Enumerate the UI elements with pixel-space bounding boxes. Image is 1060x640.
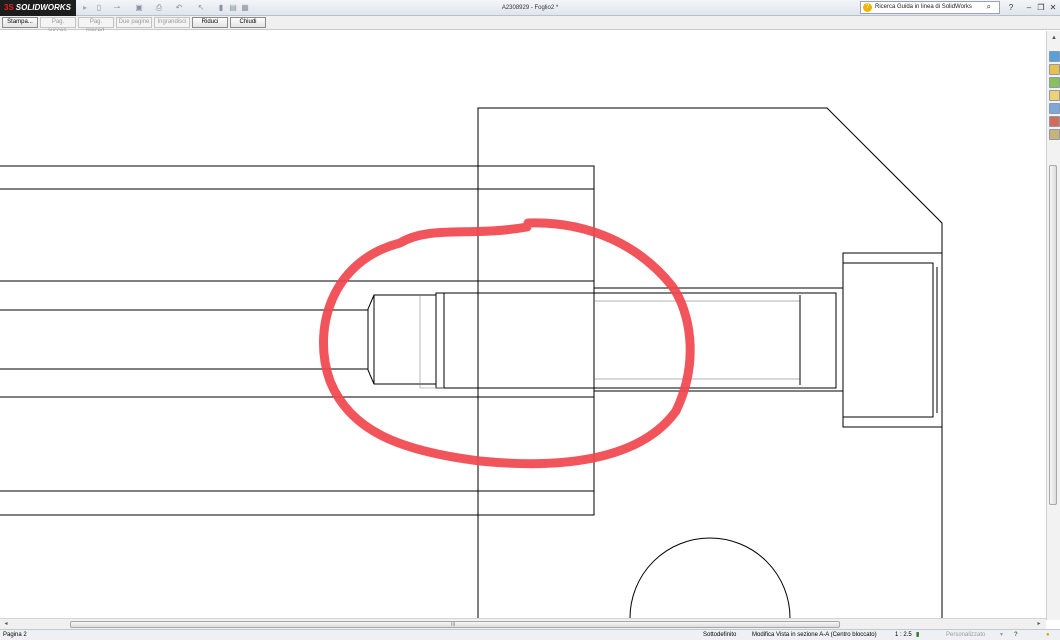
solidworks-resources-icon[interactable] bbox=[1049, 51, 1060, 62]
bore-circle bbox=[629, 537, 791, 618]
menu-expand-icon[interactable]: ▸ bbox=[80, 3, 90, 13]
solidworks-logo[interactable]: 3S SOLIDWORKS bbox=[0, 0, 76, 16]
rebuild-status-icon[interactable]: ▮ bbox=[916, 630, 919, 640]
help-search-input[interactable]: ? Ricerca Guida in linea di SolidWorks ⌕ bbox=[860, 1, 1000, 14]
vertical-scrollbar-thumb[interactable] bbox=[1049, 165, 1057, 505]
save-icon[interactable]: ▣ bbox=[134, 3, 144, 13]
rebuild-icon[interactable]: ▮ bbox=[216, 3, 226, 13]
screw-shank bbox=[435, 292, 837, 389]
open-icon[interactable]: ⇀ bbox=[112, 3, 122, 13]
zoom-in-button[interactable]: Ingrandisci bbox=[154, 17, 190, 28]
annotation-circle bbox=[319, 218, 695, 469]
screw-head-inner bbox=[843, 262, 934, 418]
file-properties-icon[interactable]: ▤ bbox=[228, 3, 238, 13]
zoom-out-button[interactable]: Riduci bbox=[192, 17, 228, 28]
status-definition: Sottodefinito bbox=[703, 632, 737, 638]
help-search-icon: ? bbox=[863, 3, 872, 12]
search-icon[interactable] bbox=[1049, 90, 1060, 101]
design-library-icon[interactable] bbox=[1049, 64, 1060, 75]
file-explorer-icon[interactable] bbox=[1049, 77, 1060, 88]
select-icon[interactable]: ↖ bbox=[196, 3, 206, 13]
view-palette-icon[interactable] bbox=[1049, 103, 1060, 114]
scroll-up-arrow[interactable]: ▲ bbox=[1049, 33, 1059, 43]
previous-page-button[interactable]: Pag. preced. bbox=[78, 17, 114, 34]
status-customize[interactable]: Personalizzato bbox=[946, 630, 985, 640]
drawing-sheet[interactable] bbox=[0, 31, 1046, 618]
status-scale: 1 : 2.5 bbox=[895, 632, 912, 638]
minimize-icon[interactable]: – bbox=[1024, 2, 1034, 13]
undo-icon[interactable]: ↶ bbox=[174, 3, 184, 13]
units-icon[interactable]: ? bbox=[1014, 630, 1018, 640]
help-search-placeholder: Ricerca Guida in linea di SolidWorks bbox=[875, 4, 972, 10]
options-icon[interactable]: ▦ bbox=[240, 3, 250, 13]
screw-head bbox=[842, 252, 943, 428]
washer-outline bbox=[419, 295, 444, 389]
appearances-icon[interactable] bbox=[1049, 116, 1060, 127]
close-preview-button[interactable]: Chiudi bbox=[230, 17, 266, 28]
print-button[interactable]: Stampa... bbox=[2, 17, 38, 28]
horizontal-scrollbar[interactable]: ◂ III ▸ bbox=[0, 618, 1046, 629]
customize-dropdown-icon[interactable]: ▾ bbox=[1000, 630, 1003, 640]
next-page-button[interactable]: Pag. succes. bbox=[40, 17, 76, 34]
custom-properties-icon[interactable] bbox=[1049, 129, 1060, 140]
housing-outline bbox=[477, 107, 943, 618]
print-preview-toolbar: Stampa... Pag. succes. Pag. preced. Due … bbox=[0, 16, 1060, 34]
new-document-icon[interactable]: ▯ bbox=[94, 3, 104, 13]
status-mode: Modifica Vista in sezione A-A (Centro bl… bbox=[752, 632, 877, 638]
help-menu-icon[interactable]: ? bbox=[1006, 2, 1016, 13]
two-pages-button[interactable]: Due pagine bbox=[116, 17, 152, 28]
ds-logo-icon: 3S bbox=[4, 3, 14, 12]
restore-icon[interactable]: ❐ bbox=[1036, 2, 1046, 13]
search-icon[interactable]: ⌕ bbox=[987, 1, 991, 12]
brand-label: SOLIDWORKS bbox=[15, 3, 71, 12]
notification-icon[interactable]: ● bbox=[1046, 630, 1050, 640]
print-icon[interactable]: ⎙ bbox=[154, 3, 164, 13]
close-icon[interactable]: ✕ bbox=[1048, 2, 1058, 13]
scroll-right-arrow[interactable]: ▸ bbox=[1034, 619, 1044, 629]
status-bar: Pagina 2 Sottodefinito Modifica Vista in… bbox=[0, 629, 1060, 640]
horizontal-scrollbar-thumb[interactable]: III bbox=[70, 621, 840, 628]
scroll-left-arrow[interactable]: ◂ bbox=[1, 619, 11, 629]
section-view-drawing bbox=[0, 107, 943, 618]
title-bar: 3S SOLIDWORKS ▸ ▯ ⇀ ▣ ⎙ ↶ ↖ ▮ ▤ ▦ A230892… bbox=[0, 0, 1060, 16]
screw-tip bbox=[367, 294, 436, 385]
scrollbar-grip: III bbox=[451, 622, 456, 628]
status-page: Pagina 2 bbox=[3, 632, 27, 638]
